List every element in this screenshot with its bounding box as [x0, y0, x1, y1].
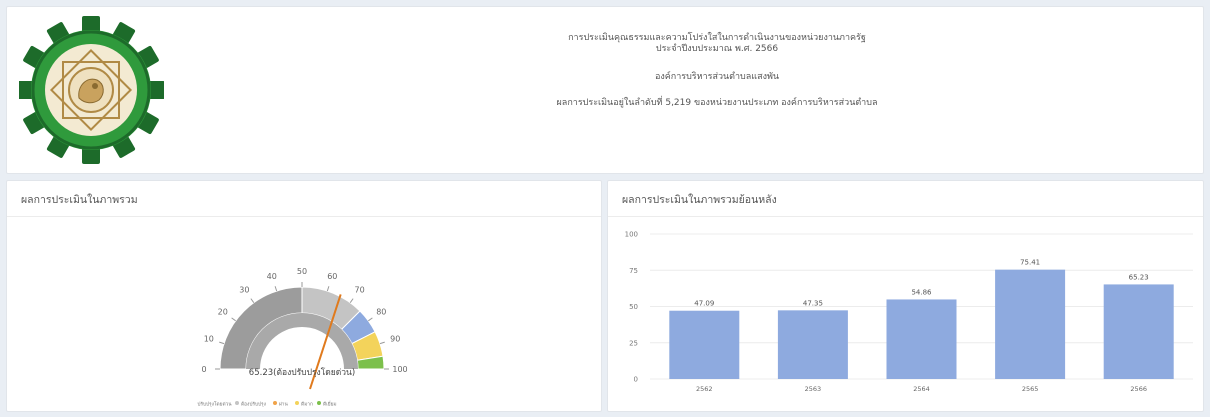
gauge-score-label: 65.23(ต้องปรับปรุงโดยด่วน) — [249, 367, 355, 378]
x-tick-label: 2562 — [696, 385, 713, 393]
bar-2563[interactable] — [777, 310, 848, 379]
y-tick-label: 0 — [634, 376, 638, 384]
rank-text: ผลการประเมินอยู่ในลำดับที่ 5,219 ของหน่ว… — [556, 98, 878, 108]
legend-marker — [235, 401, 239, 405]
gauge-tick-label: 90 — [390, 335, 400, 344]
bar-value-label: 47.35 — [803, 299, 823, 307]
bar-value-label: 47.09 — [694, 300, 714, 308]
legend-label: ผ่าน — [279, 402, 289, 408]
gauge-tick-mark — [274, 286, 278, 292]
header-card: การประเมินคุณธรรมและความโปร่งใสในการดำเน… — [6, 6, 1204, 174]
overall-result-title: ผลการประเมินในภาพรวม — [21, 194, 138, 206]
gauge-tick-label: 70 — [355, 286, 365, 295]
card-divider — [608, 216, 1203, 217]
bar-value-label: 75.41 — [1020, 259, 1040, 267]
score-gauge: 0 10 20 30 40 50 60 70 80 90 100 65.23(ต้องปรับปรุง… — [197, 267, 408, 408]
history-result-card: ผลการประเมินในภาพรวมย้อนหลัง 0 25 50 75 100 4… — [607, 180, 1204, 412]
gauge-tick-label: 10 — [204, 335, 214, 344]
x-tick-label: 2566 — [1130, 385, 1147, 393]
gauge-tick-label: 40 — [267, 272, 277, 281]
y-tick-label: 50 — [629, 303, 638, 311]
legend-label: ดีเยี่ยม — [323, 401, 337, 408]
overall-result-card: ผลการประเมินในภาพรวม 0 10 20 30 40 50 60 70 80 90… — [6, 180, 602, 412]
gauge-tick-mark — [379, 341, 385, 345]
gauge-tick-mark — [368, 317, 373, 322]
legend-marker — [317, 401, 321, 405]
bar-2562[interactable] — [669, 310, 740, 379]
gauge-tick-label: 0 — [201, 365, 206, 374]
bar-2566[interactable] — [1103, 284, 1174, 379]
x-tick-label: 2565 — [1022, 385, 1039, 393]
gauge-tick-mark — [219, 341, 225, 345]
bar-2565[interactable] — [995, 269, 1066, 379]
organization-name: องค์การบริหารส่วนตำบลแสงพัน — [654, 72, 780, 82]
legend-label: ต้องปรับปรุงโดยด่วน — [197, 401, 232, 408]
gauge-tick-label: 60 — [327, 272, 337, 281]
dashboard: การประเมินคุณธรรมและความโปร่งใสในการดำเน… — [0, 0, 1210, 415]
legend-label: ต้องปรับปรุง — [241, 401, 266, 408]
gauge-tick-mark — [349, 298, 354, 303]
y-tick-label: 25 — [629, 339, 638, 347]
card-divider — [7, 216, 601, 217]
gauge-tick-label: 30 — [239, 286, 249, 295]
gauge-tick-mark — [250, 298, 255, 303]
assessment-title: การประเมินคุณธรรมและความโปร่งใสในการดำเน… — [568, 33, 866, 43]
x-tick-label: 2564 — [913, 385, 930, 393]
gauge-tick-mark — [231, 317, 236, 322]
legend-marker — [273, 401, 277, 405]
legend-label: ดีมาก — [301, 401, 313, 408]
gauge-tick-mark — [326, 286, 330, 292]
gauge-tick-label: 50 — [297, 267, 307, 276]
x-tick-label: 2563 — [805, 385, 822, 393]
bar-2564[interactable] — [886, 299, 957, 379]
organization-emblem-icon — [19, 16, 164, 164]
y-tick-label: 100 — [625, 231, 638, 239]
bar-value-label: 54.86 — [911, 288, 932, 296]
gauge-tick-label: 100 — [392, 365, 407, 374]
gauge-tick-label: 80 — [376, 307, 386, 316]
bar-value-label: 65.23 — [1129, 273, 1149, 281]
gauge-tick-label: 20 — [218, 307, 228, 316]
y-tick-label: 75 — [629, 267, 638, 275]
fiscal-year: ประจำปีงบประมาณ พ.ศ. 2566 — [655, 44, 779, 54]
history-bar-chart: 0 25 50 75 100 47.09 2562 47.35 2563 54.86 2564 75.… — [625, 231, 1193, 393]
legend-marker — [295, 401, 299, 405]
history-result-title: ผลการประเมินในภาพรวมย้อนหลัง — [622, 194, 777, 206]
